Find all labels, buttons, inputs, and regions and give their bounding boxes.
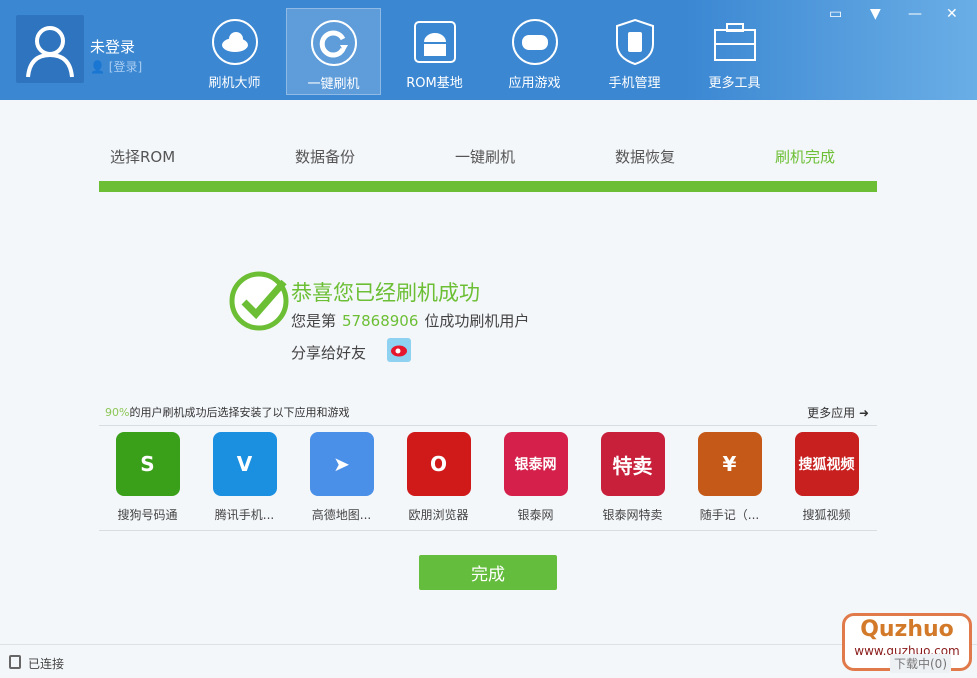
step-complete: 刷机完成 [775,148,836,166]
app-item[interactable]: 搜狐视频 搜狐视频 [778,432,875,523]
app-name: 银泰网特卖 [602,508,663,522]
feedback-icon[interactable]: ▭ [829,6,842,22]
app-item[interactable]: S 搜狗号码通 [99,432,196,523]
connection-status: 已连接 [28,657,65,671]
recommend-text: 的用户刷机成功后选择安装了以下应用和游戏 [129,406,350,419]
login-label[interactable]: [登录] [109,60,142,74]
nav-flash-master[interactable]: 刷机大师 [187,8,282,95]
user-icon [26,26,74,78]
app-icon[interactable]: O [406,432,471,496]
login-link[interactable]: 👤 [登录] [90,58,142,75]
app-item[interactable]: ¥ 随手记（... [681,432,778,523]
app-name: 搜狐视频 [802,508,851,522]
download-status[interactable]: 下载中(0) [890,654,951,673]
cloud-icon [211,18,259,66]
nav-phone-manage[interactable]: 手机管理 [587,8,682,95]
app-name: 银泰网 [517,508,554,522]
close-icon[interactable]: ✕ [946,6,958,22]
app-name: 腾讯手机... [214,508,275,522]
nav-one-click-flash[interactable]: 一键刷机 [286,8,381,95]
app-icon[interactable]: 搜狐视频 [794,432,859,496]
app-icon[interactable]: ¥ [697,432,762,496]
nav-rom-base[interactable]: ROM基地 [387,8,482,95]
weibo-share-icon[interactable] [387,338,411,362]
step-restore: 数据恢复 [615,148,676,166]
app-icon[interactable]: V [212,432,277,496]
user-rank-text: 您是第 57868906 位成功刷机用户 [291,310,529,331]
nav-label: 更多工具 [708,76,761,91]
user-name: 未登录 [90,38,136,56]
refresh-icon [310,19,358,67]
nav-apps-games[interactable]: 应用游戏 [487,8,582,95]
avatar[interactable] [16,15,84,83]
app-icon[interactable]: ➤ [309,432,374,496]
title-bar: 未登录 👤 [登录] 刷机大师 一键刷机 ROM基地 应用游戏 手机管理 更多工… [0,0,977,100]
rank-prefix: 您是第 [291,312,337,330]
recommend-percent: 90% [105,406,130,419]
app-list: S 搜狗号码通 V 腾讯手机... ➤ 高德地图... O 欧朋浏览器 银泰网 银泰网 特卖 银泰网特… [99,432,877,523]
success-check-icon [229,271,289,331]
step-flash: 一键刷机 [455,148,516,166]
menu-icon[interactable]: ▼ [870,6,881,22]
recommend-caption: 90%的用户刷机成功后选择安装了以下应用和游戏 [105,404,349,420]
more-apps-link[interactable]: 更多应用 ➜ [807,404,869,421]
app-item[interactable]: O 欧朋浏览器 [390,432,487,523]
watermark-brand: Quzhuo [860,617,954,642]
share-label: 分享给好友 [291,344,367,362]
minimize-icon[interactable]: — [908,6,922,22]
user-small-icon: 👤 [90,60,105,74]
nav-label: 刷机大师 [208,76,261,91]
android-icon [411,18,459,66]
app-name: 随手记（... [699,508,760,522]
rank-count: 57868906 [342,312,419,330]
progress-steps: 选择ROM 数据备份 一键刷机 数据恢复 刷机完成 [99,140,877,170]
app-name: 高德地图... [311,508,372,522]
progress-bar [99,181,877,192]
app-name: 搜狗号码通 [117,508,178,522]
app-icon[interactable]: 银泰网 [503,432,568,496]
app-item[interactable]: V 腾讯手机... [196,432,293,523]
step-select-rom: 选择ROM [110,148,176,166]
app-icon[interactable]: S [115,432,180,496]
app-item[interactable]: ➤ 高德地图... [293,432,390,523]
app-item[interactable]: 特卖 银泰网特卖 [584,432,681,523]
phone-icon [9,655,21,669]
nav-label: 一键刷机 [307,77,360,92]
toolbox-icon [711,18,759,66]
phone-shield-icon [611,18,659,66]
nav-label: 应用游戏 [508,76,561,91]
step-backup: 数据备份 [295,148,356,166]
app-icon[interactable]: 特卖 [600,432,665,496]
nav-label: ROM基地 [406,76,463,91]
success-title: 恭喜您已经刷机成功 [291,281,480,305]
app-item[interactable]: 银泰网 银泰网 [487,432,584,523]
done-button[interactable]: 完成 [419,555,557,590]
rank-suffix: 位成功刷机用户 [424,312,530,330]
nav-more-tools[interactable]: 更多工具 [687,8,782,95]
divider [99,425,877,426]
status-bar: 已连接 [0,644,977,678]
nav-label: 手机管理 [608,76,661,91]
app-name: 欧朋浏览器 [408,508,469,522]
gamepad-icon [511,18,559,66]
divider [99,530,877,531]
